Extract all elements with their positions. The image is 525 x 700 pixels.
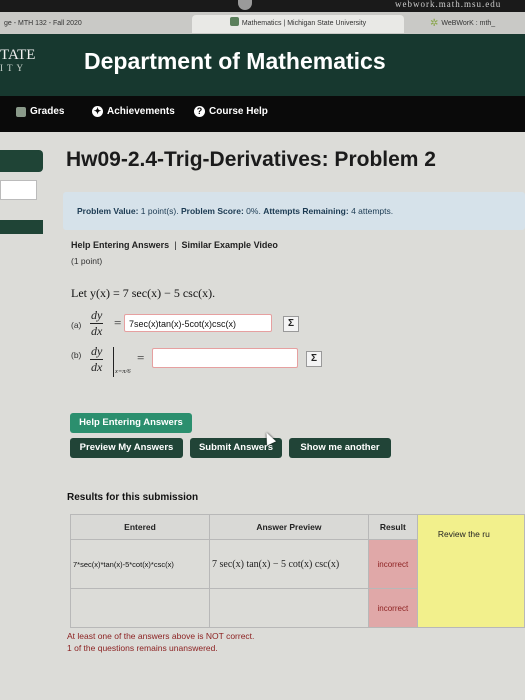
- fraction-denominator: dx: [91, 324, 103, 338]
- show-another-button[interactable]: Show me another: [289, 438, 391, 458]
- equation-editor-icon[interactable]: Σ: [306, 351, 322, 367]
- achievements-icon: ✦: [92, 106, 103, 117]
- nav-label: Grades: [30, 106, 65, 117]
- sidebar-tab[interactable]: [0, 220, 43, 234]
- url-fragment: webwork.math.msu.edu: [395, 0, 502, 9]
- browser-tab-bar: ge - MTH 132 - Fall 2020 Mathematics | M…: [0, 12, 525, 35]
- problem-status-text: Problem Value: 1 point(s). Problem Score…: [77, 206, 393, 216]
- tab-label: ge - MTH 132 - Fall 2020: [4, 20, 82, 27]
- nav-label: Achievements: [107, 106, 175, 117]
- result-cell: incorrect: [367, 539, 418, 589]
- logo-text-top: TATE: [0, 47, 36, 63]
- nav-course-help[interactable]: ? Course Help: [194, 106, 268, 117]
- nav-label: Course Help: [209, 106, 268, 117]
- sidebar-tab[interactable]: [0, 150, 43, 172]
- browser-tab-math-dept[interactable]: Mathematics | Michigan State University: [192, 15, 404, 33]
- problem-links: Help Entering Answers | Similar Example Vi…: [71, 240, 278, 250]
- browser-tab-course[interactable]: ge - MTH 132 - Fall 2020: [0, 15, 194, 33]
- review-rules-cell[interactable]: Review the ru: [416, 514, 525, 628]
- problem-title: Hw09-2.4-Trig-Derivatives: Problem 2: [66, 148, 436, 171]
- browser-top-strip: webwork.math.msu.edu: [0, 0, 525, 12]
- entered-cell: 7*sec(x)*tan(x)-5*cot(x)*csc(x): [69, 539, 211, 589]
- tab-label: Mathematics | Michigan State University: [241, 20, 367, 27]
- help-entering-answers-button[interactable]: Help Entering Answers: [70, 413, 192, 433]
- attempts-label: Attempts Remaining:: [263, 206, 349, 216]
- equation-editor-icon[interactable]: Σ: [283, 316, 299, 332]
- column-header-result: Result: [367, 514, 418, 540]
- nav-grades[interactable]: Grades: [16, 106, 64, 117]
- attempts: 4 attempts.: [351, 206, 394, 216]
- webwork-favicon-icon: ✲: [430, 18, 439, 29]
- table-header-row: Entered Answer Preview Result Review the…: [69, 514, 525, 628]
- evaluation-bar: [113, 347, 114, 377]
- msu-favicon-icon: [229, 17, 239, 26]
- column-header-entered: Entered: [69, 514, 211, 540]
- problem-status-box: Problem Value: 1 point(s). Problem Score…: [63, 192, 525, 230]
- equals-sign: =: [114, 315, 122, 330]
- help-entering-answers-link[interactable]: Help Entering Answers: [71, 240, 169, 250]
- results-table: Entered Answer Preview Result Review the…: [69, 514, 525, 628]
- similar-example-video-link[interactable]: Similar Example Video: [182, 240, 278, 250]
- browser-notch: [238, 0, 252, 10]
- help-icon: ?: [194, 106, 205, 117]
- sidebar-box[interactable]: [0, 180, 37, 200]
- result-cell: incorrect: [367, 588, 418, 628]
- value: 1 point(s).: [140, 206, 179, 216]
- score: 0%.: [246, 206, 261, 216]
- problem-statement: Let y(x) = 7 sec(x) − 5 csc(x).: [71, 286, 216, 300]
- entered-cell: [69, 588, 211, 628]
- tab-label: WeBWorK : mth_: [441, 20, 496, 27]
- preview-cell: [209, 588, 369, 628]
- logo-text-bottom: ITY: [0, 63, 27, 73]
- part-a-derivative: dy dx: [90, 308, 104, 339]
- preview-answers-button[interactable]: Preview My Answers: [70, 438, 183, 458]
- grades-icon: [16, 106, 26, 117]
- part-b-answer-input[interactable]: [152, 348, 298, 368]
- part-a-answer-input[interactable]: 7sec(x)tan(x)-5cot(x)csc(x): [124, 314, 272, 332]
- value-label: Problem Value:: [77, 206, 139, 216]
- nav-achievements[interactable]: ✦ Achievements: [92, 106, 175, 117]
- fraction-numerator: dy: [90, 344, 104, 360]
- part-b-derivative: dy dx: [90, 344, 104, 375]
- department-title: Department of Mathematics: [84, 48, 386, 74]
- evaluation-point: x=π/6: [115, 368, 131, 375]
- equals-sign: =: [137, 350, 145, 365]
- fraction-numerator: dy: [90, 308, 104, 324]
- score-label: Problem Score:: [180, 206, 244, 216]
- part-a-label: (a): [71, 320, 82, 330]
- warning-incorrect: At least one of the answers above is NOT…: [67, 631, 255, 641]
- link-separator: |: [174, 240, 177, 250]
- results-warning: At least one of the answers above is NOT…: [67, 630, 254, 654]
- browser-tab-webwork[interactable]: ✲ WeBWorK : mth_: [410, 15, 525, 33]
- site-header: TATE ITY Department of Mathematics: [0, 34, 525, 96]
- preview-cell: 7 sec(x) tan(x) − 5 cot(x) csc(x): [209, 539, 369, 589]
- problem-points: (1 point): [71, 256, 103, 266]
- column-header-preview: Answer Preview: [209, 514, 369, 540]
- university-logo[interactable]: TATE ITY: [0, 47, 36, 75]
- results-heading: Results for this submission: [67, 492, 199, 503]
- nav-bar: Grades ✦ Achievements ? Course Help: [0, 96, 525, 132]
- part-b-label: (b): [71, 350, 82, 360]
- warning-unanswered: 1 of the questions remains unanswered.: [67, 643, 218, 653]
- fraction-denominator: dx: [91, 360, 103, 374]
